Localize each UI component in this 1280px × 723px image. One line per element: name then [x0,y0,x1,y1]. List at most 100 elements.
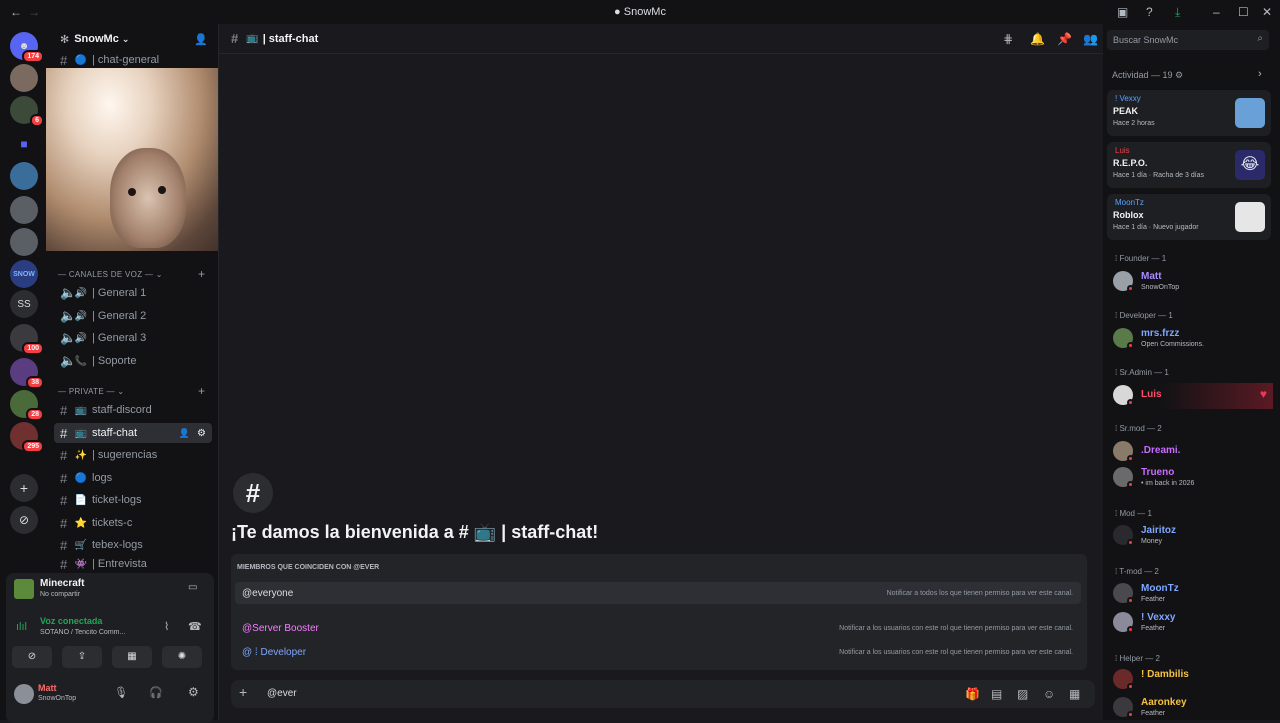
server-icon[interactable] [10,228,38,256]
invite-member-icon[interactable]: 👤 [179,428,190,439]
server-icon[interactable]: 38 [10,358,44,389]
channel-sugerencias[interactable]: # ✨ | sugerencias [54,445,212,465]
emoji-icon[interactable]: ☺ [1043,687,1055,701]
member-status: SnowOnTop [1141,284,1180,291]
channel-chat-general[interactable]: # 🔵 | chat-general [54,50,212,70]
screen-share-icon[interactable]: ▭ [188,582,197,593]
member-row[interactable]: ! Dambilis [1113,667,1273,693]
channel-logs[interactable]: # 🔵 logs [54,468,212,488]
voice-category[interactable]: — CANALES DE VOZ — ⌄ [58,270,163,279]
hash-icon: # [60,515,68,531]
add-channel-icon[interactable]: + [198,384,205,398]
chevron-right-icon[interactable]: › [1258,68,1262,80]
headphones-icon[interactable]: 🎧 [149,686,163,699]
member-row[interactable]: Aaronkey Feather [1113,695,1273,720]
minimize-icon[interactable]: – [1213,5,1220,19]
member-row[interactable]: Matt SnowOnTop [1113,269,1273,295]
channel-tebex-logs[interactable]: # 🛒 tebex-logs [54,535,212,555]
help-icon[interactable]: ? [1146,5,1153,19]
gift-icon[interactable]: 🎁 [965,687,980,701]
member-list-icon[interactable]: 👥 [1083,32,1098,46]
avatar[interactable] [14,684,34,704]
member-row[interactable]: ! Vexxy Feather [1113,610,1273,636]
soundboard-button[interactable]: ✺ [162,646,202,668]
activities-button[interactable]: ▦ [112,646,152,668]
server-icon[interactable]: 6 [10,96,44,127]
channel-ticket-logs[interactable]: # 📄 ticket-logs [54,490,212,510]
channel-label: | Entrevista [92,558,147,570]
invite-icon[interactable]: 👤 [194,33,208,46]
channel-label: | sugerencias [92,449,158,461]
status-dot [1127,399,1134,406]
activity-card[interactable]: MoonTz Roblox Hace 1 día · Nuevo jugador [1107,194,1271,240]
attach-plus-icon[interactable]: + [239,684,247,700]
pin-icon[interactable]: 📌 [1057,32,1072,46]
voice-channel-general-3[interactable]: 🔈 🔊 | General 3 [54,328,212,348]
message-composer[interactable]: + @ever 🎁 ▤ ▨ ☺ ▦ [231,680,1095,708]
download-icon[interactable]: ⤓ [1175,5,1180,20]
gif-icon[interactable]: ▤ [991,687,1002,701]
server-icon[interactable]: 28 [10,390,44,421]
camera-off-button[interactable]: ⊘ [12,646,52,668]
heart-icon: ♥ [1259,387,1267,401]
channel-tickets-c[interactable]: # ⭐ tickets-c [54,513,212,533]
hash-icon: # [60,52,68,68]
message-input[interactable]: @ever [267,688,297,699]
mention-option-everyone[interactable]: @everyone Notificar a todos los que tiene… [235,582,1081,604]
video-stream-preview[interactable] [46,68,228,251]
hash-icon: # [60,558,68,570]
voice-channel-general-1[interactable]: 🔈 🔊 | General 1 [54,283,212,303]
activity-card[interactable]: ! Vexxy PEAK Hace 2 horas [1107,90,1271,136]
bell-icon[interactable]: 🔔 [1030,32,1045,46]
microphone-icon[interactable]: 🎙 [114,686,128,699]
server-icon[interactable]: 100 [10,324,44,355]
member-row[interactable]: Luis ♥ [1113,383,1273,409]
compass-icon: ⊘ [18,513,30,527]
explore-button[interactable]: ⊘ [10,506,38,534]
voice-channel-soporte[interactable]: 🔈 📞 | Soporte [54,351,212,371]
channel-entrevista[interactable]: # 👾 | Entrevista [54,558,212,570]
apps-icon[interactable]: ▦ [1069,687,1080,701]
server-emblem-icon: ✻ [60,33,70,46]
add-server-button[interactable]: + [10,474,38,502]
noise-suppression-icon[interactable]: ⌇ [164,620,169,633]
search-input[interactable]: Buscar SnowMc ⌕ [1107,30,1269,50]
server-icon[interactable] [10,162,38,190]
threads-icon[interactable]: ⋕ [1003,32,1013,46]
mention-option-developer[interactable]: @ ⁞ Developer Notificar a los usuarios co… [235,641,1081,663]
logs-emoji-icon: 🔵 [74,472,88,484]
snowmc-server-icon[interactable]: SNOW [10,260,38,288]
inbox-icon[interactable]: ▣ [1117,5,1128,19]
activity-card[interactable]: Luis R.E.P.O. Hace 1 día · Racha de 3 dí… [1107,142,1271,188]
sticker-icon[interactable]: ▨ [1017,687,1028,701]
activity-header[interactable]: Actividad — 19 ⚙ [1112,70,1183,81]
member-row[interactable]: Trueno • im back in 2026 [1113,465,1273,491]
share-screen-icon: ⇪ [77,651,87,662]
text-server-button[interactable]: SS [10,290,38,318]
share-screen-button[interactable]: ⇪ [62,646,102,668]
maximize-icon[interactable]: ☐ [1238,5,1249,19]
activity-meta: Hace 1 día · Racha de 3 días [1113,172,1205,179]
server-icon[interactable] [10,64,38,92]
folder-icon[interactable]: ■ [10,130,38,158]
settings-gear-icon[interactable]: ⚙ [188,685,199,699]
channel-staff-chat[interactable]: # 📺 staff-chat 👤 ⚙ [54,423,212,443]
direct-messages-button[interactable]: ☻ 174 [10,32,44,63]
activity-status: No compartir [40,591,81,598]
gear-icon[interactable]: ⚙ [197,428,206,439]
member-row[interactable]: MoonTz Feather [1113,581,1273,607]
voice-channel-general-2[interactable]: 🔈 🔊 | General 2 [54,306,212,326]
member-row[interactable]: .Dreami. [1113,439,1273,465]
soundboard-icon: ✺ [177,651,187,662]
close-icon[interactable]: ✕ [1262,5,1272,19]
add-channel-icon[interactable]: + [198,267,205,281]
member-row[interactable]: mrs.frzz Open Commissions. [1113,326,1273,352]
channel-staff-discord[interactable]: # 📺 staff-discord [54,400,212,420]
member-row[interactable]: Jairitoz Money [1113,523,1273,549]
disconnect-icon[interactable]: ☎ [188,620,202,633]
server-icon[interactable] [10,196,38,224]
private-category[interactable]: — PRIVATE — ⌄ [58,387,124,396]
mention-option-server-booster[interactable]: @Server Booster Notificar a los usuarios … [235,617,1081,639]
server-icon[interactable]: 295 [10,422,44,453]
tv-emoji-icon: 📺 [74,404,88,416]
